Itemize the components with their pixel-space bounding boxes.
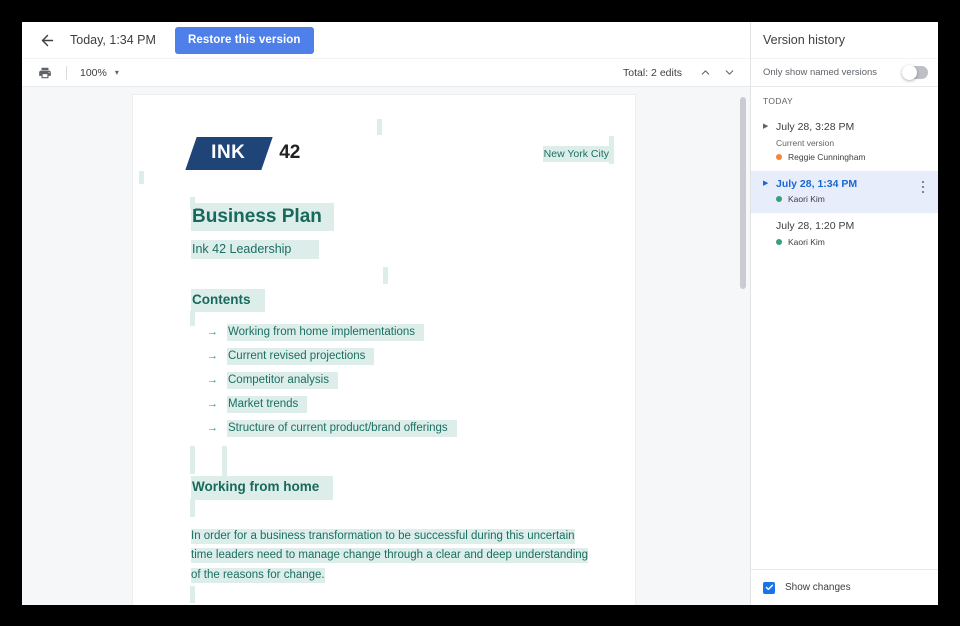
version-item-body: July 28, 1:34 PM Kaori Kim <box>776 178 916 205</box>
arrow-right-icon: → <box>207 422 227 434</box>
version-item-body: July 28, 1:20 PM Kaori Kim <box>776 220 930 247</box>
back-arrow-icon[interactable] <box>34 27 60 53</box>
expand-triangle-icon[interactable]: ▶ <box>763 121 776 162</box>
version-author-name: Kaori Kim <box>788 237 825 247</box>
named-versions-toggle[interactable] <box>902 66 928 79</box>
change-marker <box>377 119 382 135</box>
version-item-body: July 28, 3:28 PM Current version Reggie … <box>776 121 930 162</box>
list-item[interactable]: → Structure of current product/brand off… <box>207 420 590 437</box>
author-color-dot <box>776 239 782 245</box>
contents-heading: Contents <box>191 289 265 312</box>
show-changes-row: Show changes <box>751 569 938 605</box>
version-history-title: Version history <box>751 22 938 58</box>
arrow-right-icon: → <box>207 326 227 338</box>
document-page: INK 42 New York City Business Plan Ink 4… <box>133 95 635 605</box>
version-author: Kaori Kim <box>776 237 930 247</box>
version-author: Kaori Kim <box>776 194 916 204</box>
revision-header: Today, 1:34 PM Restore this version <box>22 22 750 58</box>
list-item-label: Current revised projections <box>227 348 374 365</box>
ink-logo-number: 42 <box>279 142 300 164</box>
version-timestamp: July 28, 3:28 PM <box>776 121 930 135</box>
document-title: Business Plan <box>191 203 334 231</box>
document-pane: Today, 1:34 PM Restore this version 100%… <box>22 22 751 605</box>
version-list[interactable]: TODAY ▶ July 28, 3:28 PM Current version… <box>751 87 938 569</box>
show-changes-checkbox[interactable] <box>763 582 775 594</box>
ink-logo-badge: INK <box>185 137 273 170</box>
change-marker <box>190 197 195 209</box>
toolbar-divider <box>66 66 67 80</box>
body-paragraph-text: In order for a business transformation t… <box>191 529 588 584</box>
list-item-label: Structure of current product/brand offer… <box>227 420 457 437</box>
body-paragraph: In order for a business transformation t… <box>191 527 590 586</box>
version-day-label: TODAY <box>751 96 938 114</box>
list-item-label: Working from home implementations <box>227 324 424 341</box>
change-marker <box>190 586 195 603</box>
expand-triangle-icon[interactable]: ▶ <box>763 178 776 205</box>
revision-timestamp: Today, 1:34 PM <box>70 33 156 47</box>
change-marker <box>139 171 144 184</box>
chevron-down-icon: ▾ <box>115 69 119 77</box>
list-item[interactable]: → Working from home implementations <box>207 324 590 341</box>
zoom-level-value: 100% <box>80 67 107 79</box>
document-location: New York City <box>543 146 610 162</box>
show-changes-label: Show changes <box>785 582 851 593</box>
section-heading: Working from home <box>191 476 333 499</box>
list-item-label: Market trends <box>227 396 307 413</box>
list-item[interactable]: → Current revised projections <box>207 348 590 365</box>
change-marker <box>190 446 195 474</box>
edits-total-label: Total: 2 edits <box>623 67 682 79</box>
previous-edit-button[interactable] <box>694 62 716 84</box>
print-icon[interactable] <box>34 62 56 84</box>
table-of-contents: → Working from home implementations → Cu… <box>207 324 590 437</box>
version-timestamp: July 28, 1:34 PM <box>776 178 916 192</box>
next-edit-button[interactable] <box>718 62 740 84</box>
change-marker <box>222 446 227 476</box>
version-history-window: Today, 1:34 PM Restore this version 100%… <box>22 22 938 605</box>
version-author-name: Reggie Cunningham <box>788 152 866 162</box>
change-marker <box>609 136 614 164</box>
document-subtitle: Ink 42 Leadership <box>191 240 319 259</box>
restore-this-version-button[interactable]: Restore this version <box>175 27 314 54</box>
ink-logo-text: INK <box>211 142 245 164</box>
change-marker <box>383 267 388 284</box>
author-color-dot <box>776 196 782 202</box>
list-item-label: Competitor analysis <box>227 372 338 389</box>
document-header-row: INK 42 New York City <box>191 133 590 173</box>
document-toolbar: 100% ▾ Total: 2 edits <box>22 58 750 87</box>
document-canvas[interactable]: INK 42 New York City Business Plan Ink 4… <box>22 87 750 605</box>
author-color-dot <box>776 154 782 160</box>
version-list-item[interactable]: July 28, 1:20 PM Kaori Kim <box>751 213 938 256</box>
zoom-level-select[interactable]: 100% ▾ <box>77 65 122 81</box>
arrow-right-icon: → <box>207 398 227 410</box>
version-note: Current version <box>776 138 930 149</box>
list-item[interactable]: → Market trends <box>207 396 590 413</box>
arrow-right-icon: → <box>207 374 227 386</box>
named-versions-row: Only show named versions <box>751 58 938 87</box>
body-paragraph: Explaining the context for change is key… <box>191 603 590 605</box>
change-marker <box>190 499 195 517</box>
version-timestamp: July 28, 1:20 PM <box>776 220 930 234</box>
arrow-right-icon: → <box>207 350 227 362</box>
list-item[interactable]: → Competitor analysis <box>207 372 590 389</box>
document-scrollbar[interactable] <box>740 97 746 289</box>
version-history-panel: Version history Only show named versions… <box>751 22 938 605</box>
change-marker <box>190 311 195 326</box>
version-list-item[interactable]: ▶ July 28, 3:28 PM Current version Reggi… <box>751 114 938 171</box>
more-options-icon[interactable] <box>916 178 930 205</box>
named-versions-label: Only show named versions <box>763 67 902 78</box>
version-list-item[interactable]: ▶ July 28, 1:34 PM Kaori Kim <box>751 171 938 214</box>
version-author: Reggie Cunningham <box>776 152 930 162</box>
toggle-knob <box>902 65 917 80</box>
version-author-name: Kaori Kim <box>788 194 825 204</box>
